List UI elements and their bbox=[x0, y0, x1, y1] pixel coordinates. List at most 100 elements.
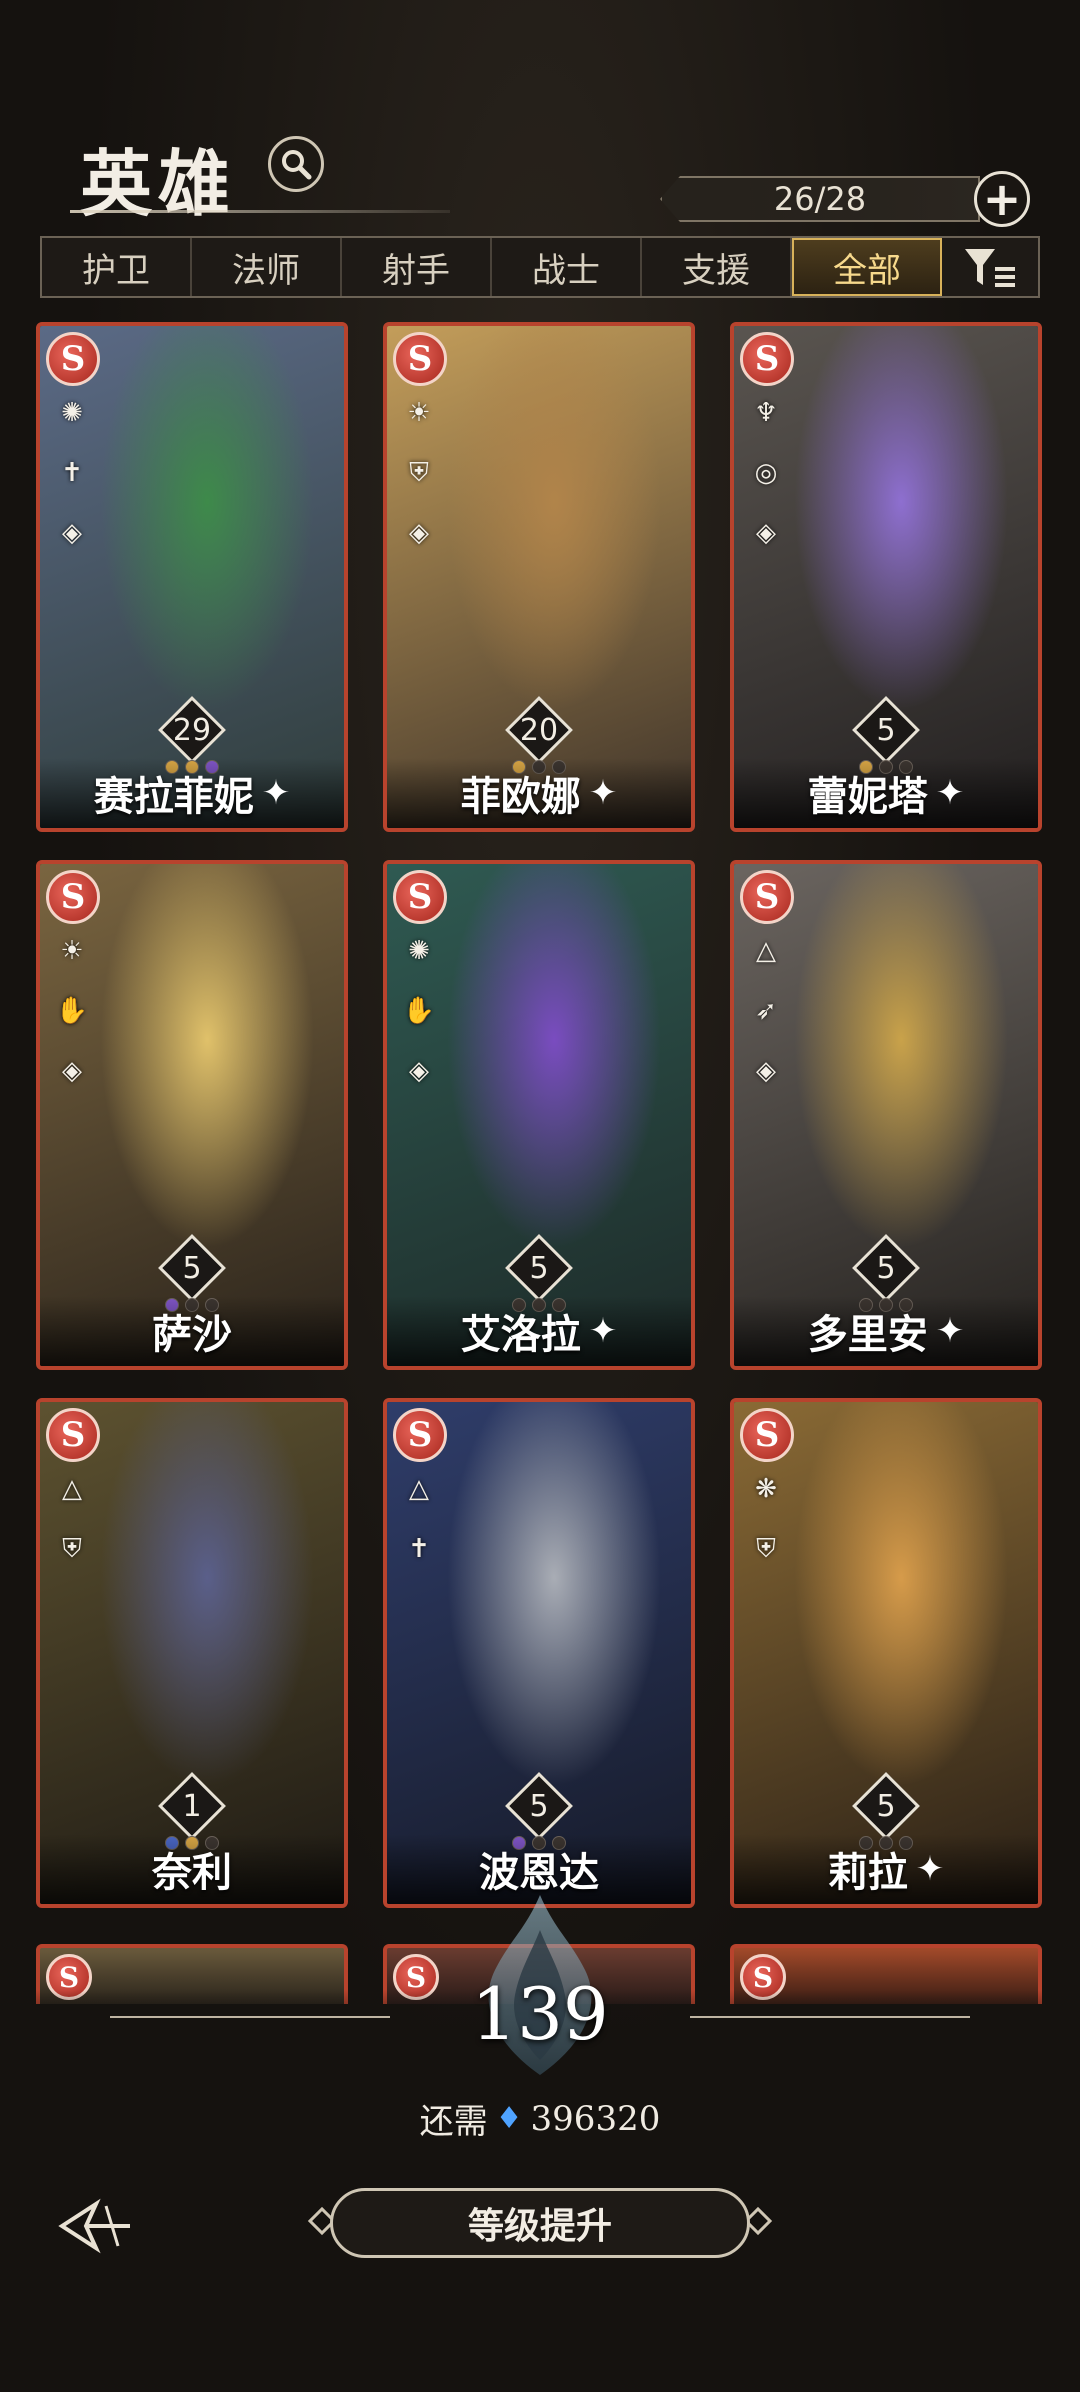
attribute-icon: ☀ bbox=[407, 398, 431, 428]
attribute-icon: ◈ bbox=[409, 518, 429, 548]
sparkle-icon: ✦ bbox=[588, 773, 618, 813]
rank-s-icon: S bbox=[740, 332, 794, 386]
hero-card[interactable]: S △ ⛨ 1 奈利 bbox=[36, 1398, 348, 1908]
hero-name: 萨沙 bbox=[152, 1311, 232, 1358]
rank-s-icon: S bbox=[46, 870, 100, 924]
title-underline bbox=[70, 210, 450, 213]
hero-card[interactable]: S ✺ ✋ ◈ 5 艾洛拉 ✦ bbox=[383, 860, 695, 1370]
class-tabs: 护卫 法师 射手 战士 支援 全部 bbox=[40, 236, 1040, 298]
back-icon[interactable] bbox=[56, 2196, 136, 2256]
hero-level-badge: 1 bbox=[158, 1772, 226, 1840]
attribute-icon: ⛨ bbox=[756, 1533, 776, 1564]
hero-name: 艾洛拉 bbox=[460, 1311, 581, 1358]
hero-level: 5 bbox=[876, 1250, 896, 1286]
rank-s-icon: S bbox=[46, 332, 100, 386]
rank-s-icon: S bbox=[393, 870, 447, 924]
hero-card[interactable]: S △ ➶ ◈ 5 多里安 ✦ bbox=[730, 860, 1042, 1370]
rank-s-icon: S bbox=[46, 1408, 100, 1462]
page-title: 英雄 bbox=[80, 141, 237, 226]
add-slot-button[interactable]: + bbox=[974, 171, 1030, 227]
tab-1[interactable]: 法师 bbox=[192, 238, 342, 296]
sparkle-icon: ✦ bbox=[935, 773, 965, 813]
hero-card[interactable]: S ✺ ✝ ◈ 29 赛拉菲妮 ✦ bbox=[36, 322, 348, 832]
sparkle-icon: ✦ bbox=[588, 1311, 618, 1351]
attribute-icon: △ bbox=[409, 1474, 429, 1504]
attribute-icon: ✝ bbox=[408, 1534, 430, 1564]
sparkle-icon: ✦ bbox=[261, 773, 291, 813]
attribute-icon: ◈ bbox=[62, 518, 82, 548]
hero-name-bar: 赛拉菲妮 ✦ bbox=[40, 758, 344, 828]
hero-count: 26/28 bbox=[773, 180, 867, 218]
hero-level-badge: 5 bbox=[505, 1234, 573, 1302]
hero-level: 5 bbox=[182, 1250, 202, 1286]
hero-attributes: ✺ ✝ ◈ bbox=[50, 396, 94, 550]
attribute-icon: ✺ bbox=[61, 398, 83, 428]
hero-name: 赛拉菲妮 bbox=[93, 773, 254, 820]
hero-level-badge: 5 bbox=[852, 696, 920, 764]
hero-attributes: ✺ ✋ ◈ bbox=[397, 934, 441, 1088]
hero-attributes: △ ➶ ◈ bbox=[744, 934, 788, 1088]
attribute-icon: ◈ bbox=[409, 1056, 429, 1086]
hero-attributes: ☀ ⛨ ◈ bbox=[397, 396, 441, 550]
search-button[interactable] bbox=[268, 136, 324, 192]
hero-attributes: △ ✝ bbox=[397, 1472, 441, 1566]
hero-name: 多里安 bbox=[807, 1311, 928, 1358]
filter-icon bbox=[965, 249, 1015, 287]
require-label: 还需 bbox=[419, 2102, 488, 2142]
rank-s-icon: S bbox=[393, 332, 447, 386]
hero-level-badge: 5 bbox=[852, 1772, 920, 1840]
level-up-button[interactable]: 等级提升 bbox=[330, 2188, 750, 2258]
rank-s-icon: S bbox=[740, 870, 794, 924]
search-icon bbox=[282, 150, 312, 180]
hero-name-bar: 奈利 bbox=[40, 1834, 344, 1904]
hero-attributes: ❋ ⛨ bbox=[744, 1472, 788, 1566]
hero-card[interactable]: S ❋ ⛨ 5 莉拉 ✦ bbox=[730, 1398, 1042, 1908]
hero-level-badge: 20 bbox=[505, 696, 573, 764]
hero-name-bar: 艾洛拉 ✦ bbox=[387, 1296, 691, 1366]
hero-level-badge: 5 bbox=[852, 1234, 920, 1302]
hero-level: 5 bbox=[529, 1788, 549, 1824]
attribute-icon: △ bbox=[756, 936, 776, 966]
attribute-icon: ✝ bbox=[61, 458, 83, 488]
hero-card[interactable]: S ♆ ◎ ◈ 5 蕾妮塔 ✦ bbox=[730, 322, 1042, 832]
attribute-icon: ⛨ bbox=[62, 1533, 82, 1564]
hero-level: 1 bbox=[182, 1788, 202, 1824]
upgrade-requirement: 还需 ♦ 396320 bbox=[0, 2094, 1080, 2143]
soul-essence-icon: ♦ bbox=[495, 2101, 523, 2136]
total-level: 139 bbox=[471, 1972, 609, 2056]
tab-0[interactable]: 护卫 bbox=[42, 238, 192, 296]
hero-level-badge: 5 bbox=[158, 1234, 226, 1302]
hero-name: 奈利 bbox=[152, 1849, 232, 1896]
hero-card[interactable]: S △ ✝ 5 波恩达 bbox=[383, 1398, 695, 1908]
hero-level: 29 bbox=[172, 712, 212, 748]
hero-name-bar: 莉拉 ✦ bbox=[734, 1834, 1038, 1904]
hero-level: 5 bbox=[876, 712, 896, 748]
hero-attributes: ☀ ✋ ◈ bbox=[50, 934, 94, 1088]
hero-name-bar: 菲欧娜 ✦ bbox=[387, 758, 691, 828]
tab-4[interactable]: 支援 bbox=[642, 238, 792, 296]
attribute-icon: ♆ bbox=[754, 398, 778, 428]
hero-level-badge: 29 bbox=[158, 696, 226, 764]
require-amount: 396320 bbox=[530, 2098, 661, 2139]
hero-name: 菲欧娜 bbox=[460, 773, 581, 820]
hero-name: 蕾妮塔 bbox=[807, 773, 928, 820]
attribute-icon: ✋ bbox=[402, 996, 436, 1026]
attribute-icon: ➶ bbox=[755, 996, 777, 1026]
hero-name-bar: 萨沙 bbox=[40, 1296, 344, 1366]
sparkle-icon: ✦ bbox=[935, 1311, 965, 1351]
attribute-icon: ❋ bbox=[755, 1474, 777, 1504]
tab-3[interactable]: 战士 bbox=[492, 238, 642, 296]
tab-2[interactable]: 射手 bbox=[342, 238, 492, 296]
tab-5[interactable]: 全部 bbox=[792, 238, 942, 296]
plus-icon: + bbox=[982, 172, 1022, 226]
hero-level: 5 bbox=[876, 1788, 896, 1824]
hero-name-bar: 蕾妮塔 ✦ bbox=[734, 758, 1038, 828]
attribute-icon: ✋ bbox=[55, 996, 89, 1026]
filter-button[interactable] bbox=[942, 238, 1038, 296]
attribute-icon: ◈ bbox=[756, 1056, 776, 1086]
hero-level-badge: 5 bbox=[505, 1772, 573, 1840]
attribute-icon: △ bbox=[62, 1474, 82, 1504]
attribute-icon: ☀ bbox=[60, 936, 84, 966]
hero-card[interactable]: S ☀ ⛨ ◈ 20 菲欧娜 ✦ bbox=[383, 322, 695, 832]
hero-card[interactable]: S ☀ ✋ ◈ 5 萨沙 bbox=[36, 860, 348, 1370]
